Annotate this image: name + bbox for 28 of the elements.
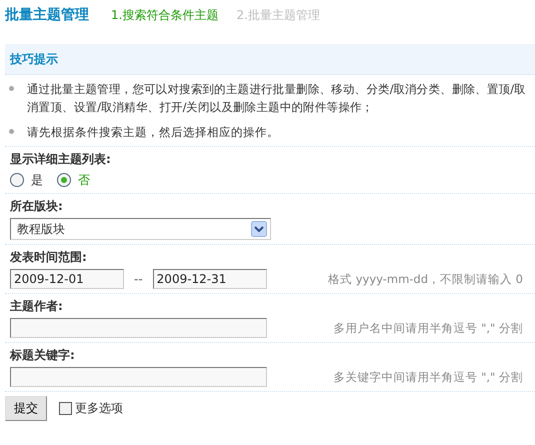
radio-button[interactable] bbox=[10, 173, 24, 187]
tip-text: 通过批量主题管理，您可以对搜索到的主题进行批量删除、移动、分类/取消分类、删除、置顶/取消置顶、设置/取消精华、打开/关闭以及删除主题中的附件等操作； bbox=[27, 81, 527, 116]
tip-text: 请先根据条件搜索主题，然后选择相应的操作。 bbox=[27, 124, 280, 141]
field-hint: 多关键字中间请用半角逗号 "," 分割 bbox=[333, 370, 523, 384]
radio-label: 否 bbox=[78, 172, 90, 188]
forum-dropdown[interactable]: 教程版块 bbox=[10, 218, 271, 240]
field-label: 所在版块: bbox=[10, 198, 64, 215]
step-link[interactable]: 1.搜索符合条件主题 bbox=[111, 7, 218, 24]
field-hint: 格式 yyyy-mm-dd，不限制请输入 0 bbox=[328, 272, 523, 286]
page-title: 批量主题管理 bbox=[5, 6, 89, 24]
radio-label: 是 bbox=[31, 172, 43, 188]
keyword-field[interactable] bbox=[10, 367, 267, 387]
radio-button[interactable] bbox=[57, 173, 71, 187]
field-label: 显示详细主题列表: bbox=[10, 151, 112, 168]
submit-button[interactable]: 提交 bbox=[5, 396, 47, 420]
field-label: 主题作者: bbox=[10, 298, 64, 315]
start-date-field[interactable]: 2009-12-01 bbox=[10, 269, 124, 289]
field-label: 标题关键字: bbox=[10, 347, 76, 364]
checkbox-label: 更多选项 bbox=[75, 400, 123, 416]
field-label: 发表时间范围: bbox=[10, 249, 88, 266]
checkbox[interactable] bbox=[59, 402, 72, 414]
bullet-icon bbox=[9, 129, 14, 134]
author-field[interactable] bbox=[10, 318, 267, 338]
tips-header: 技巧提示 bbox=[5, 44, 535, 75]
field-hint: 多用户名中间请用半角逗号 "," 分割 bbox=[333, 320, 523, 336]
end-date-field[interactable]: 2009-12-31 bbox=[152, 269, 267, 289]
bullet-icon bbox=[9, 86, 14, 91]
range-separator: -- bbox=[134, 272, 143, 286]
